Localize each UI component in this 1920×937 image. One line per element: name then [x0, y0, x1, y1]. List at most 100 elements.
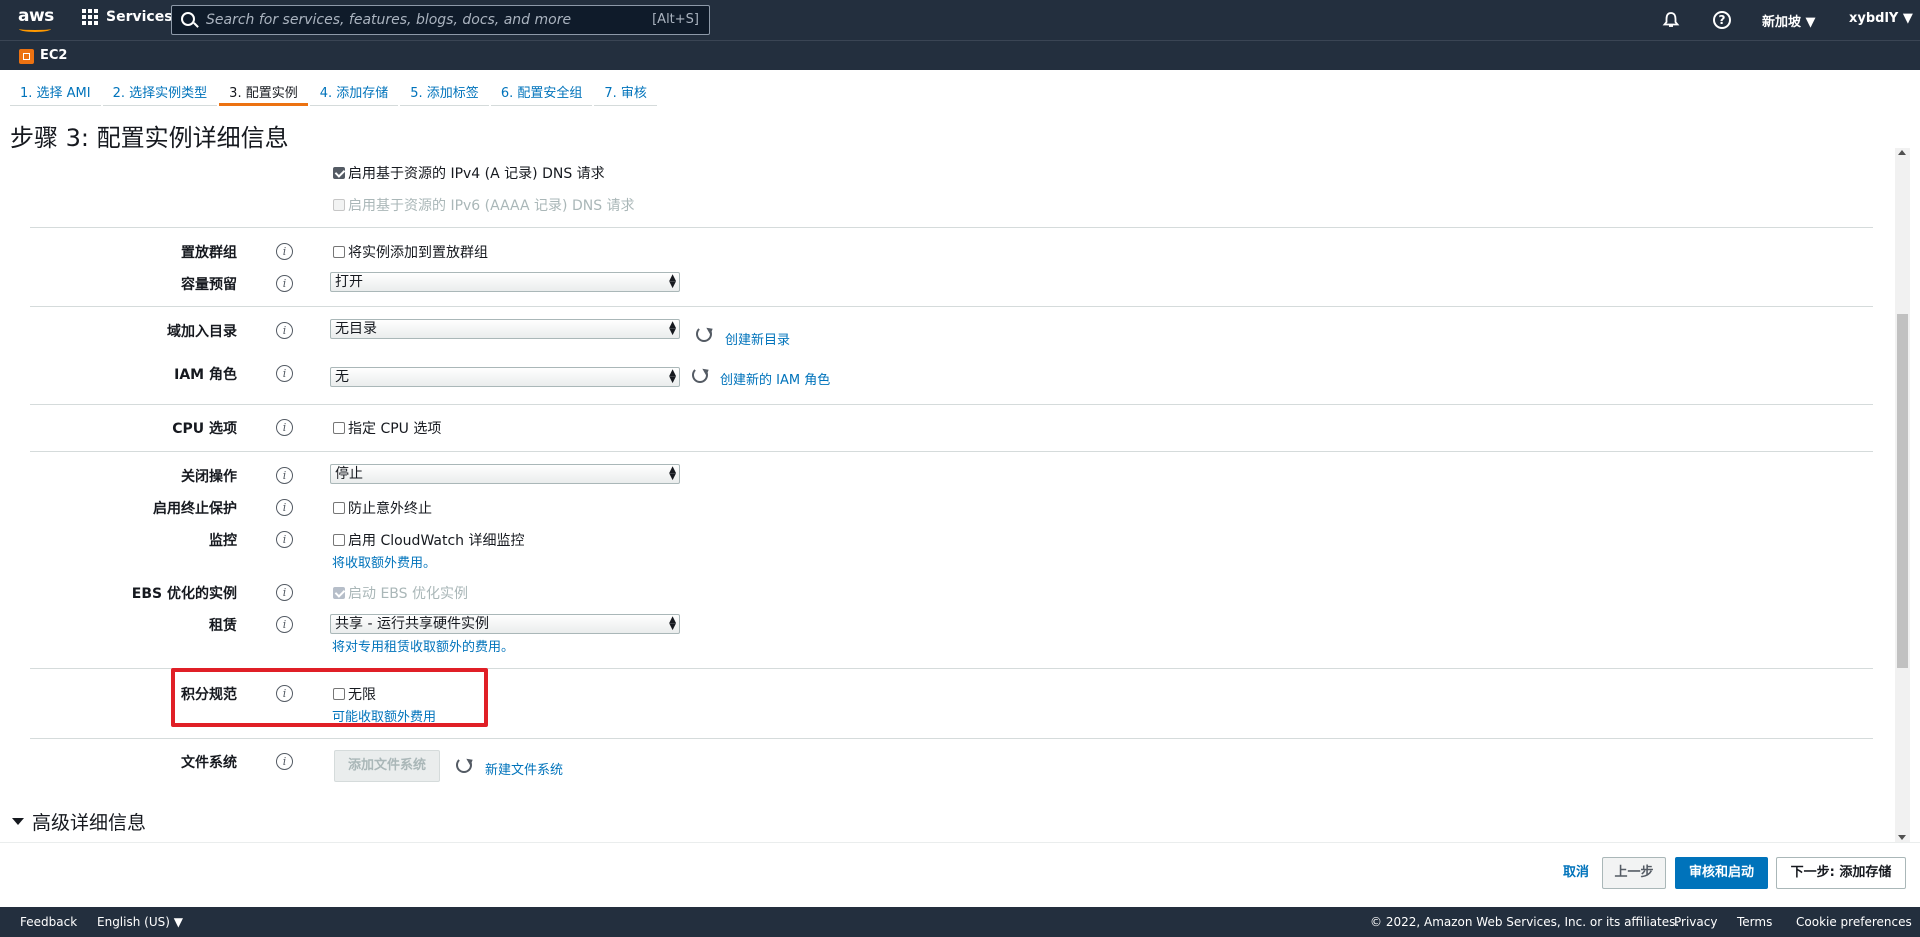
refresh-icon[interactable] [692, 367, 708, 383]
info-icon[interactable]: i [276, 322, 293, 339]
placement-group-checkbox[interactable]: 将实例添加到置放群组 [333, 242, 488, 262]
info-icon[interactable]: i [276, 243, 293, 260]
info-icon[interactable]: i [276, 467, 293, 484]
region-selector[interactable]: 新加坡 ▼ [1762, 11, 1816, 30]
cookie-preferences-link[interactable]: Cookie preferences [1796, 915, 1912, 929]
info-icon[interactable]: i [276, 275, 293, 292]
step-tab-add-tags[interactable]: 5. 添加标签 [400, 78, 489, 106]
domain-join-value: 无目录 [335, 321, 377, 337]
add-file-system-button: 添加文件系统 [334, 750, 440, 782]
shutdown-behavior-select[interactable]: 停止 ▲ ▼ [330, 464, 680, 484]
checkbox-checked-icon [333, 167, 345, 179]
capacity-reservation-select[interactable]: 打开 ▲ ▼ [330, 272, 680, 292]
instance-details-form: 启用基于资源的 IPv4 (A 记录) DNS 请求 启用基于资源的 IPv6 … [0, 150, 1895, 845]
review-and-launch-button[interactable]: 审核和启动 [1675, 857, 1768, 889]
caret-down-icon [12, 818, 24, 825]
tenancy-value: 共享 - 运行共享硬件实例 [335, 616, 489, 632]
next-add-storage-button[interactable]: 下一步: 添加存储 [1776, 857, 1906, 889]
step-tab-configure-instance[interactable]: 3. 配置实例 [219, 78, 308, 106]
advanced-details-toggle[interactable]: 高级详细信息 [12, 808, 146, 835]
aws-logo[interactable]: aws [18, 6, 54, 34]
tenancy-select[interactable]: 共享 - 运行共享硬件实例 ▲ ▼ [330, 614, 680, 634]
scroll-up-icon[interactable] [1898, 150, 1906, 155]
ec2-service-icon [19, 49, 34, 64]
step-tab-add-storage[interactable]: 4. 添加存储 [309, 78, 399, 106]
domain-join-select[interactable]: 无目录 ▲ ▼ [330, 319, 680, 339]
monitoring-charges-note[interactable]: 将收取额外费用。 [332, 552, 436, 571]
info-icon[interactable]: i [276, 499, 293, 516]
language-selector[interactable]: English (US) ▼ [97, 915, 183, 929]
shutdown-behavior-label: 关闭操作 [181, 469, 237, 485]
create-iam-role-link[interactable]: 创建新的 IAM 角色 [720, 369, 830, 388]
notifications-bell-icon[interactable] [1662, 11, 1680, 29]
ebs-optimized-label: EBS 优化的实例 [131, 586, 237, 602]
privacy-link[interactable]: Privacy [1674, 915, 1717, 929]
tenancy-charges-note[interactable]: 将对专用租赁收取额外的费用。 [332, 636, 514, 655]
monitoring-checkbox-label: 启用 CloudWatch 详细监控 [348, 533, 525, 549]
checkbox-disabled-icon [333, 199, 345, 211]
termination-protection-checkbox[interactable]: 防止意外终止 [333, 498, 432, 518]
vertical-scrollbar[interactable] [1895, 148, 1910, 842]
previous-button[interactable]: 上一步 [1602, 857, 1666, 889]
iam-role-select[interactable]: 无 ▲ ▼ [330, 367, 680, 387]
terms-link[interactable]: Terms [1737, 915, 1772, 929]
ebs-optimized-checkbox-label: 启动 EBS 优化实例 [348, 586, 468, 602]
refresh-icon[interactable] [696, 326, 712, 342]
info-icon[interactable]: i [276, 365, 293, 382]
create-file-system-link[interactable]: 新建文件系统 [485, 759, 563, 778]
wizard-actions: 取消 上一步 审核和启动 下一步: 添加存储 [0, 842, 1920, 906]
select-arrows-icon: ▲ ▼ [669, 320, 676, 337]
checkbox-checked-disabled-icon [333, 587, 345, 599]
services-label: Services [106, 9, 173, 25]
dns-ipv4-checkbox[interactable]: 启用基于资源的 IPv4 (A 记录) DNS 请求 [333, 163, 605, 183]
help-icon[interactable]: ? [1713, 11, 1731, 29]
account-menu[interactable]: xybdlY ▼ [1849, 11, 1913, 26]
aws-smile-icon [19, 26, 51, 32]
wizard-steps: 1. 选择 AMI 2. 选择实例类型 3. 配置实例 4. 添加存储 5. 添… [10, 78, 659, 108]
search-shortcut-hint: [Alt+S] [652, 12, 699, 27]
cpu-options-checkbox[interactable]: 指定 CPU 选项 [333, 418, 441, 438]
select-arrows-icon: ▲ ▼ [669, 465, 676, 482]
info-icon[interactable]: i [276, 616, 293, 633]
cancel-button[interactable]: 取消 [1555, 857, 1597, 889]
select-arrows-icon: ▲ ▼ [669, 368, 676, 385]
info-icon[interactable]: i [276, 753, 293, 770]
advanced-details-label: 高级详细信息 [32, 812, 147, 834]
feedback-link[interactable]: Feedback [20, 915, 77, 929]
scrollbar-thumb[interactable] [1897, 314, 1908, 668]
divider [30, 451, 1873, 452]
monitoring-checkbox[interactable]: 启用 CloudWatch 详细监控 [333, 530, 524, 550]
dns-ipv6-checkbox: 启用基于资源的 IPv6 (AAAA 记录) DNS 请求 [333, 195, 635, 215]
checkbox-icon [333, 534, 345, 546]
placement-group-checkbox-label: 将实例添加到置放群组 [348, 245, 488, 261]
info-icon[interactable]: i [276, 419, 293, 436]
tenancy-label: 租赁 [209, 618, 237, 634]
monitoring-label: 监控 [209, 533, 237, 549]
global-search[interactable]: [Alt+S] [171, 5, 710, 35]
step-tab-security-group[interactable]: 6. 配置安全组 [490, 78, 593, 106]
placement-group-label: 置放群组 [181, 245, 237, 261]
search-input[interactable] [206, 10, 626, 30]
step-tab-choose-ami[interactable]: 1. 选择 AMI [10, 78, 101, 106]
service-bar: EC2 [0, 40, 1920, 70]
info-icon[interactable]: i [276, 584, 293, 601]
shutdown-behavior-value: 停止 [335, 466, 363, 482]
services-menu-button[interactable]: Services [82, 9, 173, 25]
copyright-text: © 2022, Amazon Web Services, Inc. or its… [1370, 915, 1680, 929]
select-arrows-icon: ▲ ▼ [669, 273, 676, 290]
cpu-options-label: CPU 选项 [172, 421, 237, 437]
checkbox-icon [333, 422, 345, 434]
info-icon[interactable]: i [276, 531, 293, 548]
file-systems-label: 文件系统 [181, 755, 237, 771]
page-title: 步骤 3: 配置实例详细信息 [10, 124, 289, 152]
refresh-icon[interactable] [456, 757, 472, 773]
create-directory-link[interactable]: 创建新目录 [725, 329, 790, 348]
scroll-down-icon[interactable] [1898, 835, 1906, 840]
step-tab-choose-instance-type[interactable]: 2. 选择实例类型 [102, 78, 218, 106]
cpu-options-checkbox-label: 指定 CPU 选项 [348, 421, 442, 437]
capacity-reservation-label: 容量预留 [181, 277, 237, 293]
step-tab-review[interactable]: 7. 审核 [594, 78, 657, 106]
top-nav-bar: aws Services [Alt+S] ? 新加坡 ▼ xybdlY ▼ [0, 0, 1920, 40]
ec2-service-link[interactable]: EC2 [40, 48, 67, 63]
divider [30, 227, 1873, 228]
